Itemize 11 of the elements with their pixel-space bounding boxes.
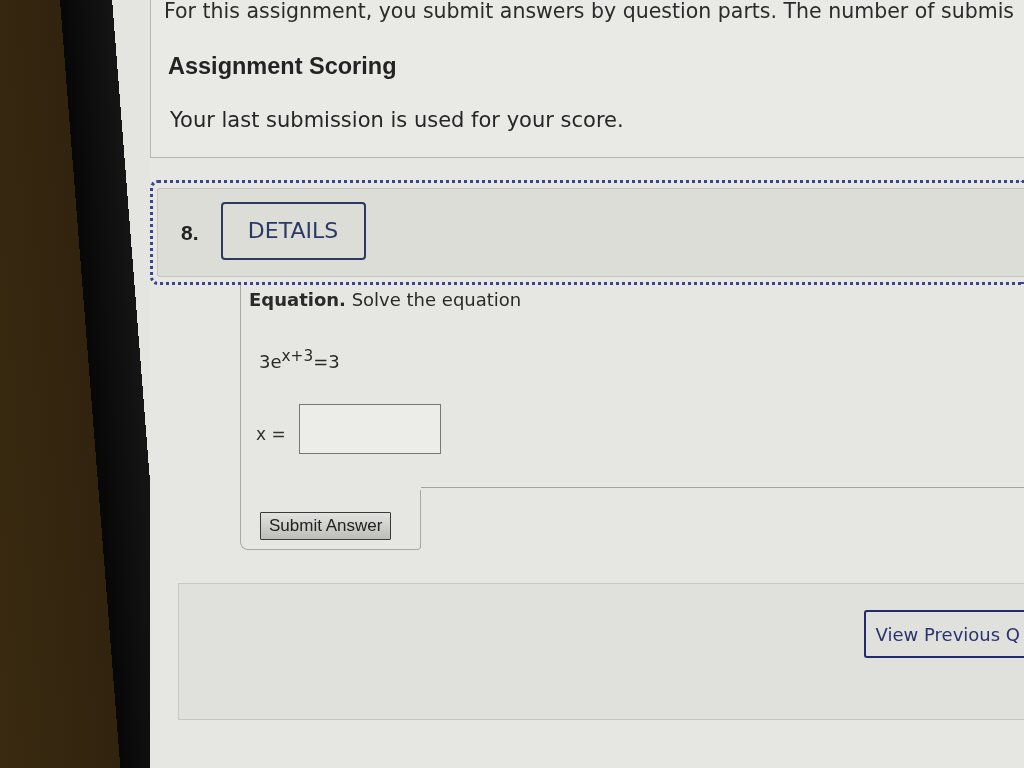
intro-text: For this assignment, you submit answers by question parts. The number of submis [164, 0, 1015, 22]
answer-label: x = [256, 424, 286, 444]
view-previous-button[interactable]: View Previous Q [863, 610, 1024, 658]
details-button[interactable]: DETAILS [220, 201, 366, 260]
scoring-text: Your last submission is used for your score. [170, 108, 624, 132]
equation-text: 3e$^{x+3}$=3 [259, 349, 340, 374]
submit-answer-button[interactable]: Submit Answer [260, 512, 392, 540]
section-heading: Assignment Scoring [168, 53, 397, 79]
answer-field[interactable] [298, 404, 441, 454]
question-number: 8. [181, 220, 199, 245]
question-prompt: Equation. Solve the equation [249, 289, 522, 311]
